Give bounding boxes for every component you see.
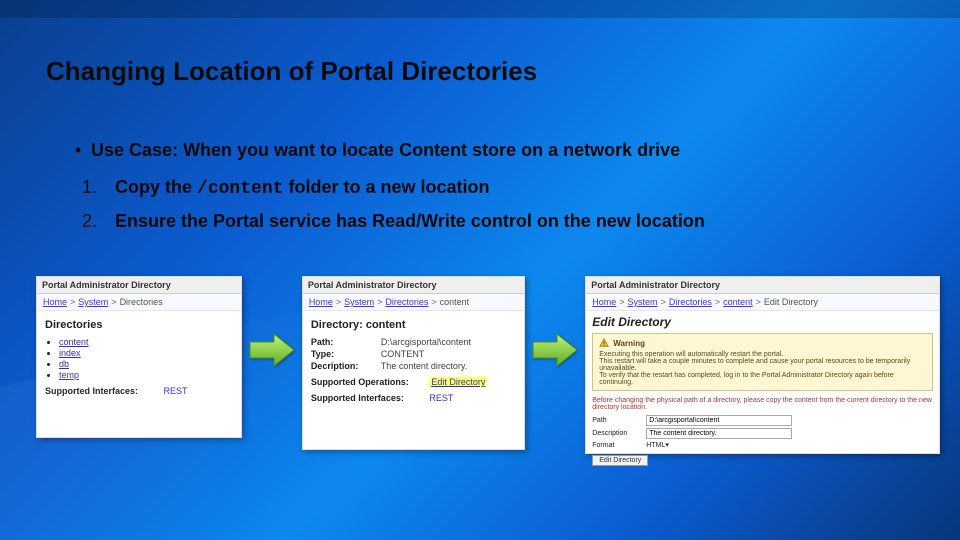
- crumb-current: Edit Directory: [764, 297, 818, 307]
- breadcrumb: Home>System>Directories>content: [303, 294, 524, 311]
- edit-directory-button[interactable]: Edit Directory: [592, 455, 648, 466]
- panel-directories: Portal Administrator Directory Home>Syst…: [36, 276, 242, 438]
- crumb-system[interactable]: System: [628, 297, 658, 307]
- panel-directory-content: Portal Administrator Directory Home>Syst…: [302, 276, 525, 450]
- label-path: Path:: [311, 337, 381, 347]
- panel-title-bar: Portal Administrator Directory: [586, 277, 939, 294]
- supported-label: Supported Interfaces:: [311, 393, 427, 403]
- warning-line: This restart will take a couple minutes …: [599, 358, 926, 372]
- format-value[interactable]: HTML: [646, 442, 665, 449]
- step-code: /content: [197, 179, 283, 199]
- value-description: The content directory.: [381, 361, 467, 371]
- step-number: 1.: [82, 177, 110, 198]
- crumb-system[interactable]: System: [344, 297, 374, 307]
- warning-icon: [599, 338, 609, 348]
- crumb-home[interactable]: Home: [592, 297, 616, 307]
- arrow-icon: [248, 330, 296, 370]
- row-path: Path:D:\arcgisportal\content: [311, 337, 516, 347]
- step-text: Ensure the Portal service has Read/Write…: [115, 211, 705, 231]
- step-text-after: folder to a new location: [283, 177, 489, 197]
- panels-row: Portal Administrator Directory Home>Syst…: [36, 276, 940, 454]
- edit-directory-link[interactable]: Edit Directory: [429, 377, 487, 387]
- ops-label: Supported Operations:: [311, 377, 427, 387]
- section-heading: Directory: content: [311, 319, 516, 331]
- section-heading: Directories: [45, 319, 233, 331]
- warning-line: To verify that the restart has completed…: [599, 372, 926, 386]
- supported-interfaces: Supported Interfaces: REST: [45, 386, 233, 396]
- form-row-format: Format HTML ▾: [592, 441, 933, 449]
- label-type: Type:: [311, 349, 381, 359]
- crumb-current: Directories: [120, 297, 163, 307]
- row-type: Type:CONTENT: [311, 349, 516, 359]
- chevron-down-icon: ▾: [665, 441, 669, 449]
- supported-value[interactable]: REST: [429, 393, 453, 403]
- section-heading: Edit Directory: [592, 315, 933, 329]
- label-format: Format: [592, 442, 646, 449]
- arrow-icon: [531, 330, 579, 370]
- supported-value[interactable]: REST: [164, 386, 188, 396]
- step-2: 2. Ensure the Portal service has Read/Wr…: [82, 211, 914, 232]
- form-row-path: Path: [592, 415, 933, 426]
- use-case-text: When you want to locate Content store on…: [178, 140, 680, 160]
- crumb-home[interactable]: Home: [309, 297, 333, 307]
- panel-title-bar: Portal Administrator Directory: [303, 277, 524, 294]
- crumb-directories[interactable]: Directories: [385, 297, 428, 307]
- steps-list: 1. Copy the /content folder to a new loc…: [70, 177, 914, 232]
- label-description: Description: [592, 430, 646, 437]
- use-case-label: Use Case:: [91, 140, 178, 160]
- warning-line: Executing this operation will automatica…: [599, 351, 926, 358]
- dir-link-temp[interactable]: temp: [59, 370, 79, 380]
- crumb-home[interactable]: Home: [43, 297, 67, 307]
- crumb-content[interactable]: content: [723, 297, 753, 307]
- supported-operations: Supported Operations: Edit Directory: [311, 377, 516, 387]
- crumb-system[interactable]: System: [78, 297, 108, 307]
- panel-edit-directory: Portal Administrator Directory Home>Syst…: [585, 276, 940, 454]
- use-case-bullet: • Use Case: When you want to locate Cont…: [70, 140, 914, 161]
- step-number: 2.: [82, 211, 110, 232]
- panel-title-bar: Portal Administrator Directory: [37, 277, 241, 294]
- label-description: Decription:: [311, 361, 381, 371]
- directory-list: content index db temp: [59, 337, 233, 380]
- slide-body: • Use Case: When you want to locate Cont…: [70, 140, 914, 244]
- value-type: CONTENT: [381, 349, 425, 359]
- slide: Changing Location of Portal Directories …: [0, 0, 960, 540]
- dir-link-index[interactable]: index: [59, 348, 81, 358]
- crumb-directories[interactable]: Directories: [669, 297, 712, 307]
- warning-box: Warning Executing this operation will au…: [592, 333, 933, 391]
- bullet-dot: •: [70, 140, 86, 161]
- row-description: Decription:The content directory.: [311, 361, 516, 371]
- description-field[interactable]: [646, 428, 792, 439]
- breadcrumb: Home>System>Directories>content>Edit Dir…: [586, 294, 939, 311]
- crumb-current: content: [440, 297, 470, 307]
- supported-interfaces: Supported Interfaces: REST: [311, 393, 516, 403]
- form-row-description: Description: [592, 428, 933, 439]
- supported-label: Supported Interfaces:: [45, 386, 161, 396]
- label-path: Path: [592, 417, 646, 424]
- page-title: Changing Location of Portal Directories: [46, 56, 537, 87]
- breadcrumb: Home>System>Directories: [37, 294, 241, 311]
- warning-title: Warning: [613, 339, 645, 348]
- step-text-before: Copy the: [115, 177, 197, 197]
- dir-link-db[interactable]: db: [59, 359, 69, 369]
- step-1: 1. Copy the /content folder to a new loc…: [82, 177, 914, 199]
- dir-link-content[interactable]: content: [59, 337, 89, 347]
- copy-notice: Before changing the physical path of a d…: [592, 397, 933, 411]
- value-path: D:\arcgisportal\content: [381, 337, 471, 347]
- path-field[interactable]: [646, 415, 792, 426]
